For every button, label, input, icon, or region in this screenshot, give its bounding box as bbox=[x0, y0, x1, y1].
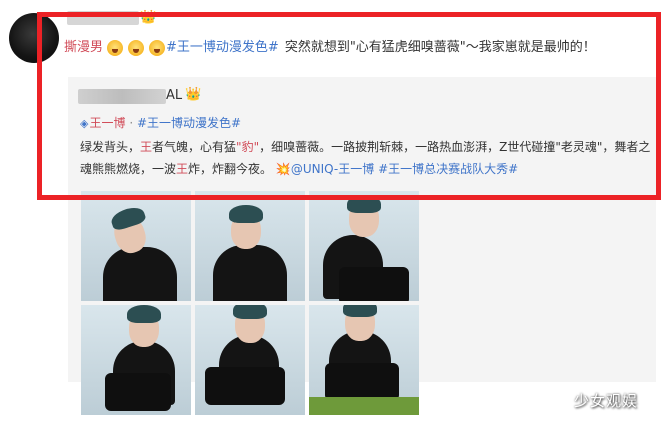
watermark: 少女观娱 bbox=[574, 392, 639, 410]
photo-thumbnail[interactable] bbox=[81, 191, 191, 301]
photo-thumbnail[interactable] bbox=[81, 305, 191, 415]
photo-thumbnail[interactable] bbox=[309, 191, 419, 301]
highlight-box bbox=[37, 12, 661, 200]
photo-thumbnail[interactable] bbox=[195, 191, 305, 301]
photo-thumbnail[interactable] bbox=[195, 305, 305, 415]
photo-grid bbox=[81, 191, 421, 417]
photo-thumbnail[interactable] bbox=[309, 305, 419, 415]
